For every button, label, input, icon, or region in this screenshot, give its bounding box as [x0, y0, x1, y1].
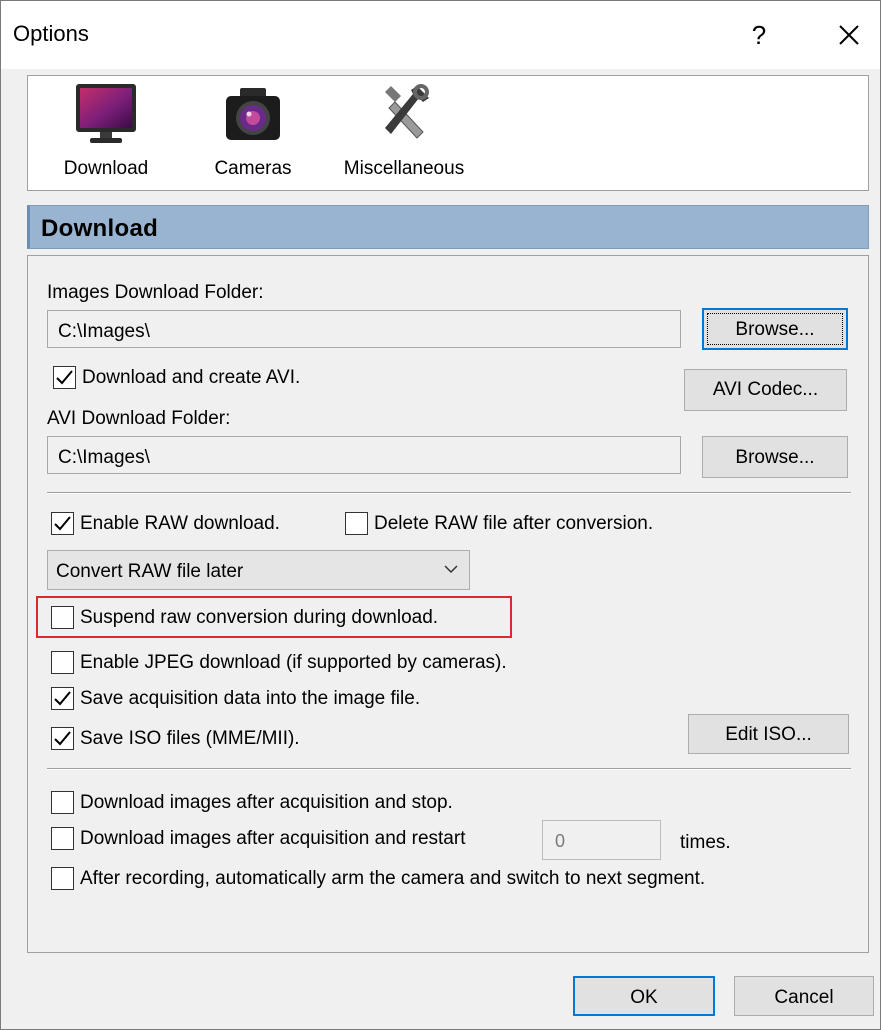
raw-conversion-select[interactable]: Convert RAW file later — [47, 550, 470, 590]
section-title: Download — [41, 215, 159, 242]
avi-codec-button[interactable]: AVI Codec... — [684, 369, 847, 411]
enable-jpeg-checkbox[interactable]: Enable JPEG download (if supported by ca… — [51, 651, 507, 674]
section-header: Download — [27, 205, 869, 249]
checkbox-box — [51, 651, 74, 674]
separator — [47, 768, 851, 770]
checkbox-box — [345, 512, 368, 535]
avi-browse-label: Browse... — [735, 447, 815, 468]
checkbox-label: Download and create AVI. — [82, 366, 301, 388]
auto-arm-camera-checkbox[interactable]: After recording, automatically arm the c… — [51, 867, 705, 890]
checkmark-icon — [56, 370, 73, 385]
toolbar-item-label: Download — [63, 158, 149, 179]
close-icon — [839, 25, 859, 45]
save-iso-files-checkbox[interactable]: Save ISO files (MME/MII). — [51, 727, 300, 750]
category-toolbar: Download Cameras Miscellaneous — [27, 75, 869, 191]
title-bar: Options ? — [1, 1, 880, 69]
download-create-avi-checkbox[interactable]: Download and create AVI. — [53, 366, 300, 389]
checkmark-icon — [54, 731, 71, 746]
checkmark-icon — [54, 691, 71, 706]
chevron-down-icon — [444, 565, 458, 574]
avi-codec-label: AVI Codec... — [712, 379, 819, 400]
close-button[interactable] — [827, 15, 871, 55]
cancel-button[interactable]: Cancel — [734, 976, 874, 1016]
download-settings-panel: Images Download Folder: C:\Images\ Brows… — [27, 255, 869, 953]
checkbox-box — [51, 791, 74, 814]
checkmark-icon — [54, 516, 71, 531]
toolbar-item-cameras[interactable]: Cameras — [208, 82, 298, 180]
avi-folder-label: AVI Download Folder: — [47, 408, 231, 429]
camera-icon — [226, 88, 280, 140]
monitor-icon — [76, 84, 136, 143]
images-folder-input[interactable]: C:\Images\ — [47, 310, 681, 348]
ok-label: OK — [630, 987, 658, 1008]
save-acquisition-data-checkbox[interactable]: Save acquisition data into the image fil… — [51, 687, 420, 710]
checkbox-box — [53, 366, 76, 389]
toolbar-item-label: Miscellaneous — [343, 158, 465, 179]
enable-raw-checkbox[interactable]: Enable RAW download. — [51, 512, 280, 535]
checkbox-box — [51, 867, 74, 890]
avi-browse-button[interactable]: Browse... — [702, 436, 848, 478]
checkbox-label: Save ISO files (MME/MII). — [80, 727, 300, 749]
checkbox-label: Delete RAW file after conversion. — [374, 512, 654, 534]
restart-count-input[interactable]: 0 — [542, 820, 661, 860]
images-browse-label: Browse... — [735, 319, 815, 340]
toolbar-item-label: Cameras — [214, 158, 292, 179]
edit-iso-button[interactable]: Edit ISO... — [688, 714, 849, 754]
options-dialog: Options ? Download Cameras Miscellaneous… — [0, 0, 881, 1030]
separator — [47, 492, 851, 494]
checkbox-label: Download images after acquisition and st… — [80, 791, 453, 813]
download-and-restart-checkbox[interactable]: Download images after acquisition and re… — [51, 827, 465, 850]
checkbox-box — [51, 827, 74, 850]
images-folder-label: Images Download Folder: — [47, 282, 264, 303]
toolbar-item-download[interactable]: Download — [56, 82, 156, 180]
images-browse-button[interactable]: Browse... — [702, 308, 848, 350]
select-value: Convert RAW file later — [56, 561, 244, 582]
suspend-raw-conversion-checkbox[interactable]: Suspend raw conversion during download. — [51, 606, 438, 629]
checkbox-box — [51, 512, 74, 535]
avi-folder-input[interactable]: C:\Images\ — [47, 436, 681, 474]
checkbox-label: Suspend raw conversion during download. — [80, 606, 439, 628]
checkbox-box — [51, 606, 74, 629]
help-button[interactable]: ? — [739, 15, 779, 55]
checkbox-box — [51, 727, 74, 750]
checkbox-label: Save acquisition data into the image fil… — [80, 687, 421, 709]
checkbox-box — [51, 687, 74, 710]
checkbox-label: After recording, automatically arm the c… — [80, 867, 706, 889]
toolbar-item-miscellaneous[interactable]: Miscellaneous — [334, 82, 474, 180]
checkbox-label: Download images after acquisition and re… — [80, 827, 466, 849]
times-label: times. — [680, 832, 731, 853]
delete-raw-checkbox[interactable]: Delete RAW file after conversion. — [345, 512, 653, 535]
cancel-label: Cancel — [774, 987, 834, 1008]
window-title: Options — [13, 21, 89, 46]
checkbox-label: Enable JPEG download (if supported by ca… — [80, 651, 507, 673]
ok-button[interactable]: OK — [573, 976, 715, 1016]
download-and-stop-checkbox[interactable]: Download images after acquisition and st… — [51, 791, 453, 814]
checkbox-label: Enable RAW download. — [80, 512, 280, 534]
tools-icon — [385, 84, 429, 139]
edit-iso-label: Edit ISO... — [725, 724, 812, 745]
